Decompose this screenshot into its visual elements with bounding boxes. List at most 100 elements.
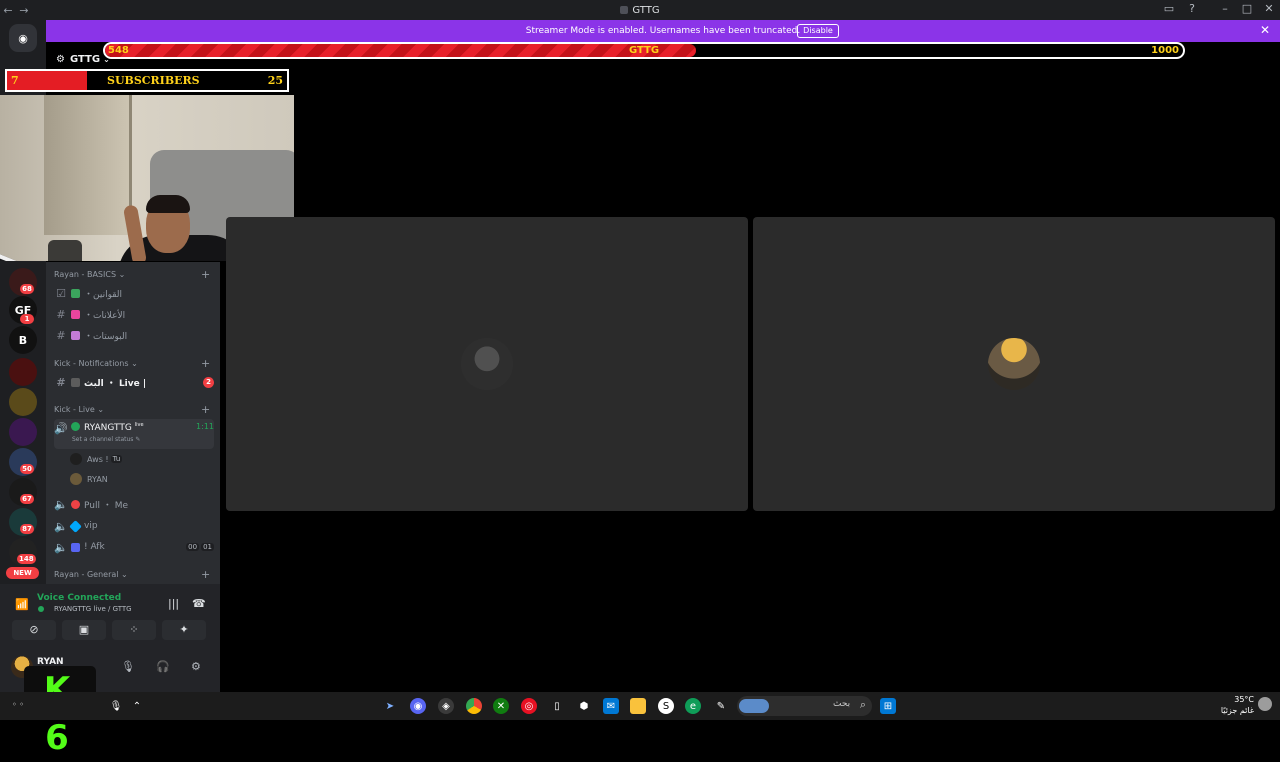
hash-icon: # [56,307,66,321]
voice-status[interactable]: Voice Connected [37,593,121,603]
voice-channel-pull-me[interactable]: 🔈 Pull ・ Me [54,495,214,513]
channel-emoji-icon [71,499,80,509]
channel-status[interactable]: Set a channel status ✎ [72,436,140,443]
goal-label: GTTG [628,45,660,56]
voice-member[interactable]: RYAN [70,471,108,487]
speaker-icon: 🔈 [54,519,68,533]
channel-emoji-icon [71,330,80,340]
subscribers-label: SUBSCRIBERS [107,74,200,87]
headphones-icon[interactable]: 🎧 [156,660,170,673]
voice-channel-ryangttg[interactable]: 🔊 RYANGTTG live 1:11 [54,419,214,449]
chevron-up-icon[interactable]: ⌃ [129,698,145,714]
start-icon[interactable]: ⊞ [880,698,896,714]
tray-left-icons[interactable]: ◦ ◦ [12,700,24,709]
add-channel-icon[interactable]: + [201,568,210,581]
microphone-icon[interactable]: 🎙 [108,698,124,714]
add-channel-icon[interactable]: + [201,268,210,281]
category-kick-notifications[interactable]: Kick - Notifications ⌄ [54,359,138,368]
channel-emoji-icon [71,422,80,431]
channel-posts[interactable]: # ・البوستات [54,326,214,344]
gear-icon: ⚙ [56,53,65,65]
speaker-icon: 🔈 [54,497,68,511]
soundboard-button[interactable]: ✦ [162,620,206,640]
status-dot [38,606,44,612]
channel-announcements[interactable]: # ・الأعلانات [54,305,214,323]
voice-member[interactable]: Aws ! Tu [70,451,123,467]
discord-taskbar-icon[interactable]: ◉ [410,698,426,714]
server-icon-b[interactable]: B [9,326,37,354]
channel-emoji-icon [71,542,80,552]
mail-icon[interactable]: ✉ [603,698,619,714]
search-icon: ⌕ [859,698,866,711]
app-icon[interactable]: ◈ [438,698,454,714]
hash-icon: # [56,328,66,342]
activities-button[interactable]: ⁘ [112,620,156,640]
disable-streamer-mode-button[interactable]: Disable [797,24,839,38]
inbox-icon[interactable]: ▭ [1160,2,1178,15]
help-icon[interactable]: ? [1183,2,1201,15]
voice-detail: RYANGTTG live / GTTG [54,605,132,613]
server-icon-6[interactable] [9,418,37,446]
add-channel-icon[interactable]: + [201,403,210,416]
speaker-icon: 🔈 [54,540,68,554]
speaker-icon: 🔊 [54,422,68,435]
weather-widget[interactable]: 35°C غائم جزئيًا [1214,694,1272,716]
microphone-icon[interactable]: 🎙 [121,660,135,673]
server-icon-4[interactable] [9,358,37,386]
chrome-icon[interactable] [466,698,482,714]
avatar [70,473,82,485]
server-icon-5[interactable] [9,388,37,416]
server-badge: 50 [20,464,34,474]
category-general[interactable]: Rayan - General ⌄ [54,570,128,579]
category-kick-live[interactable]: Kick - Live ⌄ [54,405,104,414]
minimize-button[interactable]: – [1216,2,1234,15]
app-icon[interactable]: ▯ [549,698,565,714]
xbox-icon[interactable]: ✕ [493,698,509,714]
discord-home-icon[interactable]: ◉ [9,24,37,52]
signal-icon: 📶 [15,598,29,611]
folder-icon[interactable] [630,698,646,714]
avatar [70,453,82,465]
add-channel-icon[interactable]: + [201,357,210,370]
diamond-icon [69,519,82,533]
category-basics[interactable]: Rayan - BASICS ⌄ [54,270,125,279]
voice-timer: 1:11 [196,422,214,431]
channel-list: Rayan - BASICS ⌄ + ☑ ・القوانين # ・الأعلا… [46,262,220,584]
app-icon[interactable]: ◎ [521,698,537,714]
search-placeholder: بحث [833,699,851,709]
server-badge: 1 [20,314,34,324]
search-box[interactable]: بحث ⌕ [737,696,872,716]
subscribers-progress-fill [7,71,87,90]
title-bar: ← → GTTG ▭ ? – □ ✕ [0,0,1280,20]
close-window-button[interactable]: ✕ [1260,2,1278,15]
edge-icon[interactable]: e [685,698,701,714]
app-icon[interactable]: ✎ [713,698,729,714]
goal-progress-bar: 548 GTTG 1000 [103,42,1185,59]
voice-channel-afk[interactable]: 🔈 ! Afk 00 01 [54,538,214,556]
channel-live[interactable]: # البث ・ Live | 2 [54,373,214,391]
avatar [988,338,1040,390]
new-servers-pill[interactable]: NEW [6,567,39,579]
steam-icon[interactable]: ➤ [382,698,398,714]
camera-off-button[interactable]: ⊘ [12,620,56,640]
app-icon[interactable]: S [658,698,674,714]
maximize-button[interactable]: □ [1238,2,1256,15]
window-title: GTTG [0,5,1280,16]
video-tile-1[interactable] [226,217,748,511]
banner-message: Streamer Mode is enabled. Usernames have… [525,26,801,36]
close-icon[interactable]: ✕ [1260,23,1270,37]
video-tile-2[interactable] [753,217,1275,511]
channel-rules[interactable]: ☑ ・القوانين [54,284,214,302]
channel-emoji-icon [71,288,80,298]
screen-share-button[interactable]: ▣ [62,620,106,640]
weather-icon [1258,697,1272,711]
subscribers-widget: 7 SUBSCRIBERS 25 [5,69,289,92]
channel-emoji-icon [71,309,80,319]
checklist-icon: ☑ [56,286,66,300]
streamer-mode-banner: Streamer Mode is enabled. Usernames have… [46,20,1280,42]
gear-icon[interactable]: ⚙ [191,660,201,673]
voice-channel-vip[interactable]: 🔈 vip [54,517,214,535]
app-icon[interactable]: ⬢ [576,698,592,714]
noise-suppression-icon[interactable]: ||| [168,597,179,610]
disconnect-icon[interactable]: ☎ [192,597,206,610]
